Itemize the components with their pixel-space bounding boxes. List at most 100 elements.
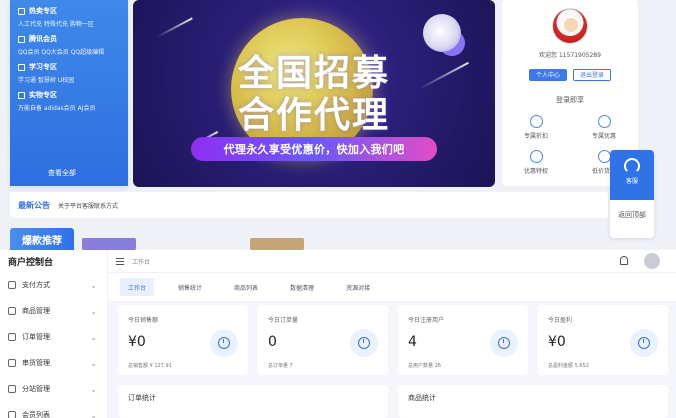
- menu-group[interactable]: 热卖专区 人工代充 特殊代充 购物一区: [18, 6, 120, 28]
- sidebar-item-members[interactable]: 会员列表 ⌄: [0, 402, 107, 418]
- view-all-link[interactable]: 查看全部: [48, 168, 76, 178]
- resale-icon: [8, 359, 16, 367]
- benefit-label: 专属优惠: [591, 133, 616, 140]
- stats-cards: 今日销售额 ¥0 总销售额 ¥ 127.91 今日订单量 0 总订单量 7 今日…: [118, 305, 668, 375]
- menu-group-sub: 万能自备 adidas会员 AJ会员: [18, 105, 96, 112]
- hero-cta[interactable]: 代理永久享受优惠价，快加入我们吧: [191, 137, 437, 161]
- tag-icon: [597, 150, 611, 163]
- stat-label: 今日注册用户: [408, 317, 445, 324]
- book-icon: [18, 63, 25, 71]
- merchant-console: 商户控制台 支付方式 ⌄ 商品管理 ⌄ 订单管理 ⌄ 串货管理 ⌄ 分站管理 ⌄…: [0, 250, 676, 418]
- orders-icon: [8, 333, 16, 341]
- menu-group-label: 学习专区: [29, 63, 57, 71]
- clock-icon: [350, 329, 378, 357]
- tab-workbench[interactable]: 工作台: [120, 278, 155, 296]
- member-icon: [18, 35, 25, 43]
- user-actions: 个人中心 退出登录: [502, 69, 638, 81]
- benefit-item[interactable]: 优惠特权: [502, 150, 570, 175]
- notice-text[interactable]: 关于平台客服联系方式: [58, 201, 118, 210]
- left-category-menu: 热卖专区 人工代充 特殊代充 购物一区 腾讯会员 QQ会员 QQ大会员 QQ超级…: [10, 0, 128, 186]
- support-label: 客服: [625, 178, 638, 185]
- substation-icon: [8, 385, 16, 393]
- tab-resource-docking[interactable]: 资源对接: [338, 278, 378, 296]
- headset-icon: [624, 158, 640, 174]
- benefit-item[interactable]: 专属折扣: [502, 115, 570, 140]
- tab-data-cleanup[interactable]: 数据清理: [282, 278, 322, 296]
- benefit-label: 优惠特权: [523, 168, 548, 175]
- sidebar-item-label: 支付方式: [22, 281, 50, 289]
- user-avatar: [552, 8, 588, 44]
- clock-icon: [490, 329, 518, 357]
- goods-stats-panel: 商品统计: [398, 385, 668, 418]
- sidebar-item-substations[interactable]: 分站管理 ⌄: [0, 376, 107, 402]
- sidebar-item-payment[interactable]: 支付方式 ⌄: [0, 272, 107, 298]
- bottom-panels: 订单统计 商品统计: [118, 385, 668, 418]
- back-to-top-button[interactable]: 返回顶部: [610, 210, 654, 220]
- tab-sales-stats[interactable]: 销售统计: [170, 278, 210, 296]
- stat-card-profit: 今日盈利 ¥0 总盈利金额 5.652: [538, 305, 668, 375]
- menu-group-label: 实物专区: [29, 91, 57, 99]
- chevron-down-icon: ⌄: [90, 384, 97, 394]
- console-tabs: 工作台 销售统计 商品列表 数据清理 资源对接: [108, 272, 676, 302]
- menu-group-title: 腾讯会员: [18, 34, 120, 44]
- stat-subtext: 总订单量 7: [268, 363, 293, 369]
- benefits-title: 登录即享: [556, 96, 584, 104]
- menu-group-label: 热卖专区: [29, 7, 57, 15]
- product-thumbnail[interactable]: [82, 238, 136, 250]
- notice-strip: 最新公告 关于平台客服联系方式: [10, 192, 608, 218]
- sidebar-item-label: 商品管理: [22, 307, 50, 315]
- console-sidebar: 商户控制台 支付方式 ⌄ 商品管理 ⌄ 订单管理 ⌄ 串货管理 ⌄ 分站管理 ⌄…: [0, 250, 108, 418]
- stat-subtext: 总用户数量 26: [408, 363, 441, 369]
- notification-bell-icon[interactable]: [620, 256, 628, 265]
- profile-center-button[interactable]: 个人中心: [528, 69, 567, 81]
- menu-group-sub: 人工代充 特殊代充 购物一区: [18, 21, 94, 28]
- floating-tools: 客服 返回顶部: [610, 150, 654, 238]
- console-topbar: 工作台: [108, 250, 676, 272]
- welcome-text: 欢迎您 11571905289: [539, 52, 601, 59]
- page-root: 热卖专区 人工代充 特殊代充 购物一区 腾讯会员 QQ会员 QQ大会员 QQ超级…: [0, 0, 676, 418]
- menu-group-label: 腾讯会员: [29, 35, 57, 43]
- chevron-down-icon: ⌄: [90, 358, 97, 368]
- sidebar-item-label: 串货管理: [22, 359, 50, 367]
- stat-label: 今日销售额: [128, 317, 159, 324]
- product-thumbnail[interactable]: [250, 238, 304, 250]
- support-button[interactable]: 客服: [610, 150, 654, 200]
- heart-icon: [529, 150, 543, 163]
- chevron-down-icon: ⌄: [90, 306, 97, 316]
- breadcrumb: 工作台: [132, 258, 151, 266]
- menu-group[interactable]: 学习专区 学习通 智慧树 U校园: [18, 62, 120, 84]
- stat-card-orders: 今日订单量 0 总订单量 7: [258, 305, 388, 375]
- stat-label: 今日订单量: [268, 317, 299, 324]
- menu-group-sub: 学习通 智慧树 U校园: [18, 77, 75, 84]
- sidebar-item-resale[interactable]: 串货管理 ⌄: [0, 350, 107, 376]
- stat-card-sales: 今日销售额 ¥0 总销售额 ¥ 127.91: [118, 305, 248, 375]
- menu-group-sub: QQ会员 QQ大会员 QQ超级编辑: [18, 49, 105, 56]
- menu-group-title: 实物专区: [18, 90, 120, 100]
- stat-subtext: 总销售额 ¥ 127.91: [128, 363, 172, 369]
- order-stats-panel: 订单统计: [118, 385, 388, 418]
- menu-group-title: 热卖专区: [18, 6, 120, 16]
- chevron-down-icon: ⌄: [90, 410, 97, 418]
- hero-headline-2: 合作代理: [237, 95, 390, 136]
- benefit-label: 专属折扣: [523, 133, 548, 140]
- sidebar-item-label: 订单管理: [22, 333, 50, 341]
- hot-picks-chip[interactable]: 爆款推荐: [10, 228, 74, 250]
- storefront-section: 热卖专区 人工代充 特殊代充 购物一区 腾讯会员 QQ会员 QQ大会员 QQ超级…: [0, 0, 676, 250]
- notice-tag: 最新公告: [18, 200, 50, 210]
- profile-avatar[interactable]: [644, 253, 660, 269]
- logout-button[interactable]: 退出登录: [573, 69, 612, 81]
- tab-goods-list[interactable]: 商品列表: [226, 278, 266, 296]
- menu-group[interactable]: 实物专区 万能自备 adidas会员 AJ会员: [18, 90, 120, 112]
- sidebar-item-orders[interactable]: 订单管理 ⌄: [0, 324, 107, 350]
- coupon-icon: [597, 115, 611, 128]
- sidebar-item-goods[interactable]: 商品管理 ⌄: [0, 298, 107, 324]
- sidebar-item-label: 会员列表: [22, 411, 50, 418]
- discount-icon: [529, 115, 543, 128]
- fire-icon: [18, 7, 25, 15]
- chevron-down-icon: ⌄: [90, 280, 97, 290]
- menu-group[interactable]: 腾讯会员 QQ会员 QQ大会员 QQ超级编辑: [18, 34, 120, 56]
- hero-banner[interactable]: 全国招募 合作代理 代理永久享受优惠价，快加入我们吧: [133, 0, 495, 187]
- benefit-item[interactable]: 专属优惠: [570, 115, 638, 140]
- stat-label: 今日盈利: [548, 317, 573, 324]
- menu-toggle-icon[interactable]: [116, 257, 124, 265]
